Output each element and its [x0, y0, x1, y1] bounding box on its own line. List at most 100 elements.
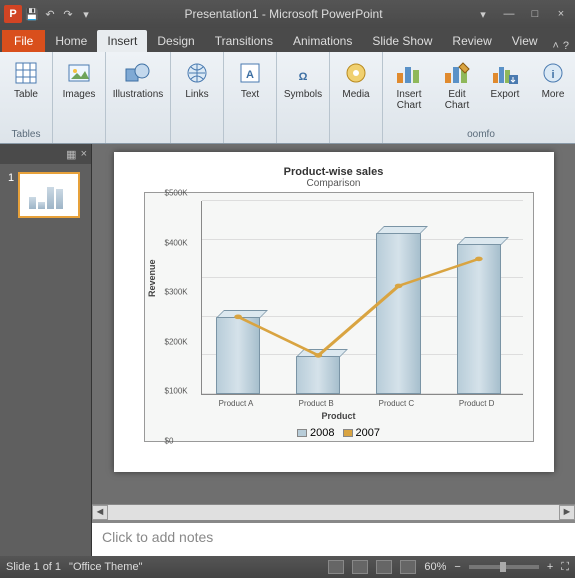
slide[interactable]: Product-wise sales Comparison Revenue Pr… [114, 152, 554, 472]
bar [296, 349, 340, 395]
media-icon [342, 59, 370, 87]
qat-dropdown-icon[interactable]: ▾ [78, 6, 94, 22]
save-icon[interactable]: 💾 [24, 6, 40, 22]
symbols-button[interactable]: Ω Symbols [280, 54, 326, 120]
export-icon [491, 59, 519, 87]
links-label: Links [185, 89, 208, 100]
tab-design[interactable]: Design [147, 30, 204, 52]
export-button[interactable]: Export [482, 54, 528, 120]
ribbon-minimize-icon[interactable]: ▾ [473, 8, 493, 21]
undo-icon[interactable]: ↶ [42, 6, 58, 22]
y-tick: $400K [165, 238, 188, 247]
thumbnail-1[interactable]: 1 [0, 164, 91, 226]
scroll-right-icon[interactable]: ► [559, 505, 575, 520]
sorter-view-icon[interactable] [352, 560, 368, 574]
slideshow-view-icon[interactable] [400, 560, 416, 574]
tab-animations[interactable]: Animations [283, 30, 362, 52]
edit-chart-label: Edit Chart [445, 89, 469, 111]
media-label: Media [342, 89, 369, 100]
outline-tab-icon[interactable]: ▦ [66, 148, 76, 161]
y-tick: $300K [165, 288, 188, 297]
tab-transitions[interactable]: Transitions [205, 30, 283, 52]
insert-chart-button[interactable]: Insert Chart [386, 54, 432, 120]
ribbon: Table Tables Images Illustrations Links [0, 52, 575, 144]
bar [457, 237, 501, 395]
links-button[interactable]: Links [174, 54, 220, 120]
more-label: More [542, 89, 565, 100]
svg-text:A: A [246, 69, 254, 81]
group-symbols: Ω Symbols [277, 52, 330, 143]
table-button[interactable]: Table [3, 54, 49, 120]
redo-icon[interactable]: ↷ [60, 6, 76, 22]
shapes-icon [124, 59, 152, 87]
legend-item: 2008 [297, 427, 334, 439]
hyperlink-icon [183, 59, 211, 87]
tab-view[interactable]: View [502, 30, 548, 52]
slide-canvas[interactable]: Product-wise sales Comparison Revenue Pr… [92, 144, 575, 504]
mini-chart-icon [29, 181, 69, 209]
ribbon-collapse-icon[interactable]: ˄ [552, 40, 558, 52]
reading-view-icon[interactable] [376, 560, 392, 574]
close-pane-icon[interactable]: × [81, 148, 87, 160]
illustrations-label: Illustrations [113, 89, 164, 100]
horizontal-scrollbar[interactable]: ◄ ► [92, 504, 575, 520]
group-links: Links [171, 52, 224, 143]
zoom-out-icon[interactable]: − [454, 561, 460, 573]
slide-thumbnails-pane: ▦ × 1 [0, 144, 92, 556]
images-label: Images [63, 89, 96, 100]
thumbnails-header: ▦ × [0, 144, 91, 164]
x-tick: Product D [447, 399, 507, 408]
help-icon[interactable]: ? [563, 40, 569, 52]
svg-text:i: i [551, 69, 554, 81]
tab-insert[interactable]: Insert [97, 30, 147, 52]
zoom-slider[interactable] [469, 565, 539, 569]
bar [376, 226, 420, 394]
tab-home[interactable]: Home [45, 30, 97, 52]
tab-review[interactable]: Review [442, 30, 501, 52]
quick-access-toolbar: P 💾 ↶ ↷ ▾ [4, 5, 94, 23]
fit-to-window-icon[interactable]: ⛶ [561, 561, 569, 574]
notes-pane[interactable]: Click to add notes [92, 520, 575, 556]
minimize-button[interactable]: — [499, 8, 519, 21]
title-bar: P 💾 ↶ ↷ ▾ Presentation1 - Microsoft Powe… [0, 0, 575, 28]
file-tab[interactable]: File [2, 30, 45, 52]
group-tables: Table Tables [0, 52, 53, 143]
scroll-track[interactable] [108, 505, 559, 520]
status-bar: Slide 1 of 1 "Office Theme" 60% − + ⛶ [0, 556, 575, 578]
illustrations-button[interactable]: Illustrations [109, 54, 167, 120]
picture-icon [65, 59, 93, 87]
ribbon-tabs: File Home Insert Design Transitions Anim… [0, 28, 575, 52]
chart-object[interactable]: Revenue Product AProduct BProduct CProdu… [144, 192, 534, 442]
chart-icon [395, 59, 423, 87]
edit-chart-button[interactable]: Edit Chart [434, 54, 480, 120]
y-tick: $100K [165, 387, 188, 396]
textbox-icon: A [236, 59, 264, 87]
zoom-in-icon[interactable]: + [547, 561, 553, 573]
workspace: ▦ × 1 Product-wise sales Comparison Reve… [0, 144, 575, 556]
more-button[interactable]: i More [530, 54, 575, 120]
group-tables-label: Tables [3, 129, 49, 141]
scroll-left-icon[interactable]: ◄ [92, 505, 108, 520]
maximize-button[interactable]: □ [525, 8, 545, 21]
group-oomfo: Insert Chart Edit Chart Export i More oo… [383, 52, 575, 143]
edit-chart-icon [443, 59, 471, 87]
group-images: Images [53, 52, 106, 143]
app-icon: P [4, 5, 22, 23]
group-illustrations: Illustrations [106, 52, 171, 143]
text-button[interactable]: A Text [227, 54, 273, 120]
thumbnail-preview [18, 172, 80, 218]
y-tick: $0 [165, 437, 174, 446]
bar [216, 310, 260, 394]
y-tick: $200K [165, 337, 188, 346]
plot-area: Product AProduct BProduct CProduct D [201, 201, 523, 395]
x-axis-label: Product [145, 411, 533, 421]
media-button[interactable]: Media [333, 54, 379, 120]
close-button[interactable]: × [551, 8, 571, 21]
normal-view-icon[interactable] [328, 560, 344, 574]
images-button[interactable]: Images [56, 54, 102, 120]
y-axis-label: Revenue [147, 259, 157, 297]
legend-item: 2007 [343, 427, 380, 439]
insert-chart-label: Insert Chart [396, 89, 421, 111]
x-tick: Product B [286, 399, 346, 408]
tab-slideshow[interactable]: Slide Show [362, 30, 442, 52]
